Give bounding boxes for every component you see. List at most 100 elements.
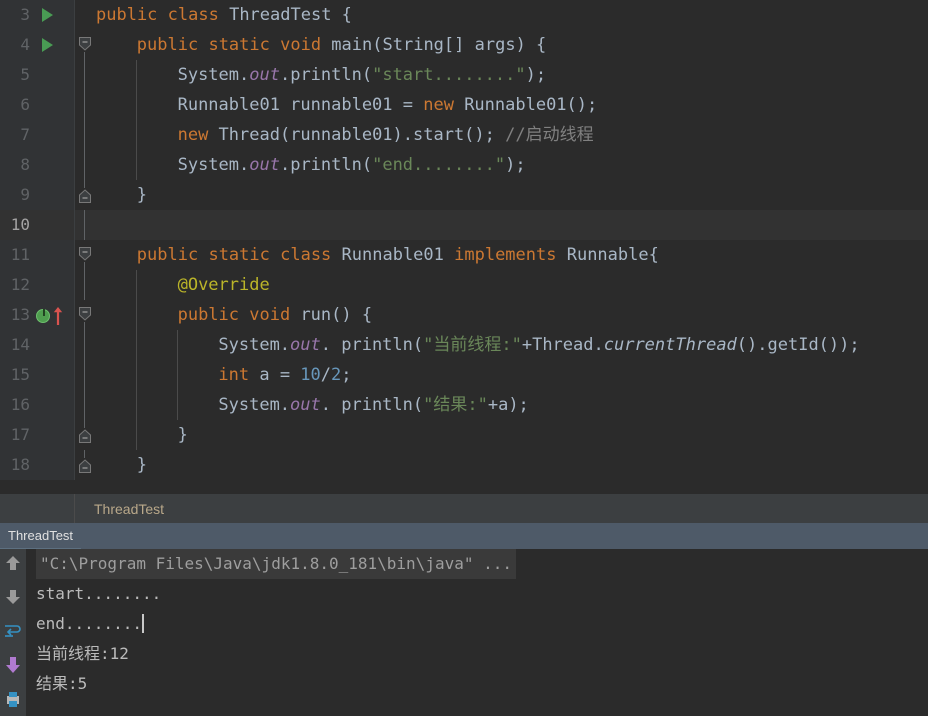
token-id: System.: [177, 155, 250, 175]
token-id: }: [136, 185, 148, 205]
code-line-11[interactable]: 11 public static class Runnable01 impleme…: [0, 240, 928, 270]
line-number[interactable]: 16: [0, 390, 30, 420]
code-line-14[interactable]: 14 System.out. println("当前线程:"+Thread.cur…: [0, 330, 928, 360]
line-number[interactable]: 7: [0, 120, 30, 150]
token-id: .println(: [279, 155, 373, 175]
fold-region-line: [84, 52, 85, 60]
line-number[interactable]: 4: [0, 30, 30, 60]
token-str: "当前线程:": [423, 335, 522, 355]
line-number[interactable]: 3: [0, 0, 30, 30]
console-command-line: "C:\Program Files\Java\jdk1.8.0_181\bin\…: [36, 549, 517, 579]
code-line-3[interactable]: 3 public class ThreadTest {: [0, 0, 928, 30]
code-text[interactable]: }: [178, 420, 188, 450]
line-number[interactable]: 12: [0, 270, 30, 300]
print-icon[interactable]: [3, 689, 23, 709]
indent-guide: [135, 390, 137, 420]
code-text[interactable]: System.out.println("end........");: [178, 150, 526, 180]
code-text[interactable]: new Thread(runnable01).start(); //启动线程: [178, 120, 594, 150]
token-stm: currentThread: [603, 335, 737, 355]
code-text[interactable]: int a = 10/2;: [218, 360, 351, 390]
scroll-down-icon[interactable]: [3, 587, 23, 607]
token-id: ;: [341, 365, 352, 385]
line-number[interactable]: 6: [0, 90, 30, 120]
token-id: /: [320, 365, 332, 385]
fold-toggle-icon[interactable]: [78, 458, 92, 474]
fold-toggle-icon[interactable]: [78, 306, 92, 322]
code-line-7[interactable]: 7 new Thread(runnable01).start(); //启动线程: [0, 120, 928, 150]
code-text[interactable]: }: [137, 180, 147, 210]
code-text[interactable]: public static void main(String[] args) {: [137, 30, 546, 60]
line-number[interactable]: 14: [0, 330, 30, 360]
code-line-5[interactable]: 5 System.out.println("start........");: [0, 60, 928, 90]
line-number[interactable]: 11: [0, 240, 30, 270]
breadcrumb-gutter-spacer: [0, 494, 75, 524]
export-icon[interactable]: [3, 655, 23, 675]
run-tab-threadtest[interactable]: ThreadTest: [0, 523, 82, 549]
token-ann: @Override: [177, 275, 270, 295]
line-number[interactable]: 5: [0, 60, 30, 90]
console-output-line: 当前线程:12: [36, 639, 926, 669]
token-kw: new: [423, 95, 465, 115]
code-line-13[interactable]: 13 public void run() {: [0, 300, 928, 330]
code-text[interactable]: System.out. println("当前线程:"+Thread.curre…: [218, 330, 859, 360]
line-number[interactable]: 8: [0, 150, 30, 180]
code-text[interactable]: public class ThreadTest {: [96, 0, 352, 30]
line-number[interactable]: 9: [0, 180, 30, 210]
fold-toggle-icon[interactable]: [78, 428, 92, 444]
token-id: );: [505, 155, 526, 175]
token-id: System.: [218, 395, 291, 415]
gutter-divider: [74, 330, 75, 360]
implementing-method-icon[interactable]: [36, 308, 51, 323]
code-lines-container[interactable]: 3 public class ThreadTest { 4 public static…: [0, 0, 928, 480]
gutter-divider: [74, 60, 75, 90]
code-line-6[interactable]: 6 Runnable01 runnable01 = new Runnable01(…: [0, 90, 928, 120]
fold-toggle-icon[interactable]: [78, 246, 92, 262]
code-text[interactable]: public void run() {: [178, 300, 373, 330]
soft-wrap-icon[interactable]: [3, 621, 23, 641]
code-text[interactable]: public static class Runnable01 implement…: [137, 240, 659, 270]
code-text[interactable]: Runnable01 runnable01 = new Runnable01()…: [178, 90, 598, 120]
token-num: 10: [300, 365, 321, 385]
ide-window: 3 public class ThreadTest { 4 public static…: [0, 0, 928, 716]
indent-guide: [176, 330, 178, 360]
run-arrow-icon[interactable]: [42, 38, 53, 52]
code-line-16[interactable]: 16 System.out. println("结果:"+a);: [0, 390, 928, 420]
code-editor[interactable]: 3 public class ThreadTest { 4 public static…: [0, 0, 928, 493]
overrides-up-arrow-icon[interactable]: [53, 306, 63, 326]
indent-guide: [135, 60, 137, 90]
line-number[interactable]: 18: [0, 450, 30, 480]
scroll-up-icon[interactable]: [3, 553, 23, 573]
code-line-8[interactable]: 8 System.out.println("end........");: [0, 150, 928, 180]
token-num: 2: [331, 365, 342, 385]
code-line-17[interactable]: 17}: [0, 420, 928, 450]
console-output[interactable]: "C:\Program Files\Java\jdk1.8.0_181\bin\…: [36, 549, 926, 699]
code-text[interactable]: }: [137, 450, 147, 480]
token-id: {: [331, 5, 352, 25]
gutter-divider: [74, 300, 75, 330]
token-cls: String: [382, 35, 444, 55]
code-line-9[interactable]: 9}: [0, 180, 928, 210]
console-output-text: start........: [36, 584, 162, 603]
line-number[interactable]: 13: [0, 300, 30, 330]
code-text[interactable]: System.out. println("结果:"+a);: [218, 390, 528, 420]
line-number[interactable]: 10: [0, 210, 30, 240]
console-toolbar[interactable]: [0, 549, 26, 716]
line-number[interactable]: 15: [0, 360, 30, 390]
run-console[interactable]: "C:\Program Files\Java\jdk1.8.0_181\bin\…: [0, 549, 928, 716]
token-str: "end........": [372, 155, 506, 175]
code-text[interactable]: @Override: [178, 270, 270, 300]
breadcrumb-item-class[interactable]: ThreadTest: [94, 494, 164, 524]
fold-toggle-icon[interactable]: [78, 36, 92, 52]
code-line-18[interactable]: 18}: [0, 450, 928, 480]
code-line-4[interactable]: 4 public static void main(String[] args) …: [0, 30, 928, 60]
code-text[interactable]: System.out.println("start........");: [178, 60, 547, 90]
token-fld: out: [290, 395, 321, 415]
token-cls: Runnable01: [341, 245, 455, 265]
console-output-line: start........: [36, 579, 926, 609]
code-line-12[interactable]: 12 @Override: [0, 270, 928, 300]
code-line-10[interactable]: 10: [0, 210, 928, 240]
code-line-15[interactable]: 15 int a = 10/2;: [0, 360, 928, 390]
line-number[interactable]: 17: [0, 420, 30, 450]
run-arrow-icon[interactable]: [42, 8, 53, 22]
fold-toggle-icon[interactable]: [78, 188, 92, 204]
